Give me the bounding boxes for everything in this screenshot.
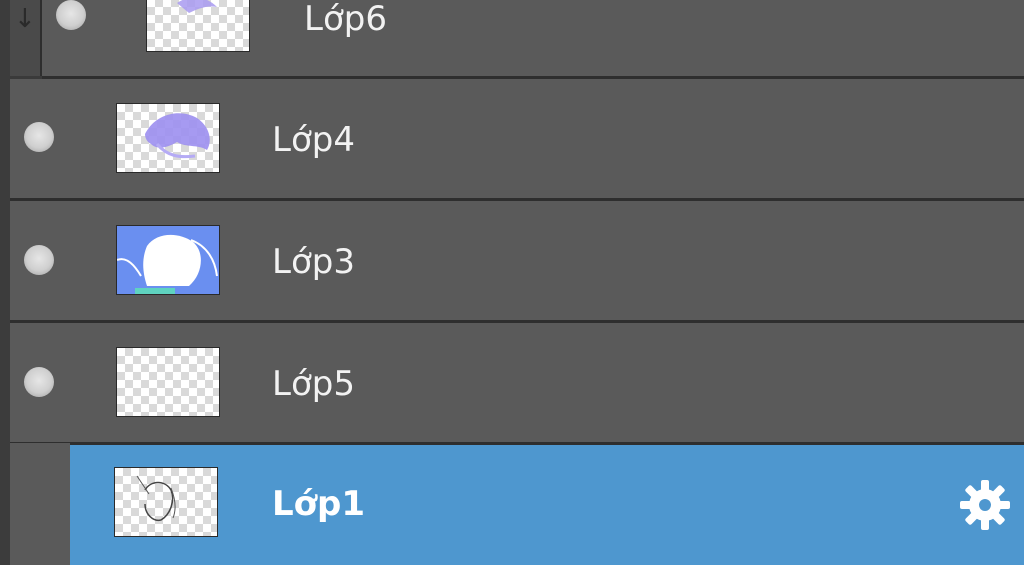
layer-indent-area: [10, 443, 70, 565]
visibility-toggle[interactable]: [24, 367, 54, 397]
layer-row-lop5[interactable]: Lớp5: [10, 323, 1024, 445]
layer-row-lop3[interactable]: Lớp3: [10, 201, 1024, 323]
layer-name: Lớp1: [272, 484, 366, 524]
layer-row-lop6[interactable]: Lớp6: [42, 0, 1024, 79]
visibility-toggle[interactable]: [56, 0, 86, 30]
clipping-marker: ↓: [10, 0, 42, 76]
layer-thumbnail: [116, 347, 220, 417]
thumbnail-art-icon: [145, 113, 210, 159]
arrow-down-icon: ↓: [14, 4, 36, 34]
thumbnail-sketch-icon: [136, 475, 176, 522]
layer-thumbnail: [114, 467, 218, 537]
layer-name: Lớp5: [272, 364, 355, 404]
layer-row-lop4[interactable]: Lớp4: [10, 79, 1024, 201]
layer-name: Lớp6: [304, 0, 387, 39]
layer-name: Lớp3: [272, 242, 355, 282]
layer-thumbnail: [116, 103, 220, 173]
visibility-toggle[interactable]: [24, 245, 54, 275]
thumbnail-art-icon: [177, 0, 217, 13]
layers-panel: Lớp6 ↓ Lớp4 Lớp3 Lớp5 Lớp1: [0, 0, 1024, 565]
layer-row-lop1[interactable]: Lớp1: [70, 445, 1024, 565]
thumbnail-art-icon: [117, 226, 219, 294]
layer-name: Lớp4: [272, 120, 355, 160]
panel-gutter: [0, 0, 10, 565]
gear-icon[interactable]: [958, 478, 1012, 532]
layer-thumbnail: [146, 0, 250, 52]
visibility-toggle[interactable]: [24, 122, 54, 152]
layer-thumbnail: [116, 225, 220, 295]
